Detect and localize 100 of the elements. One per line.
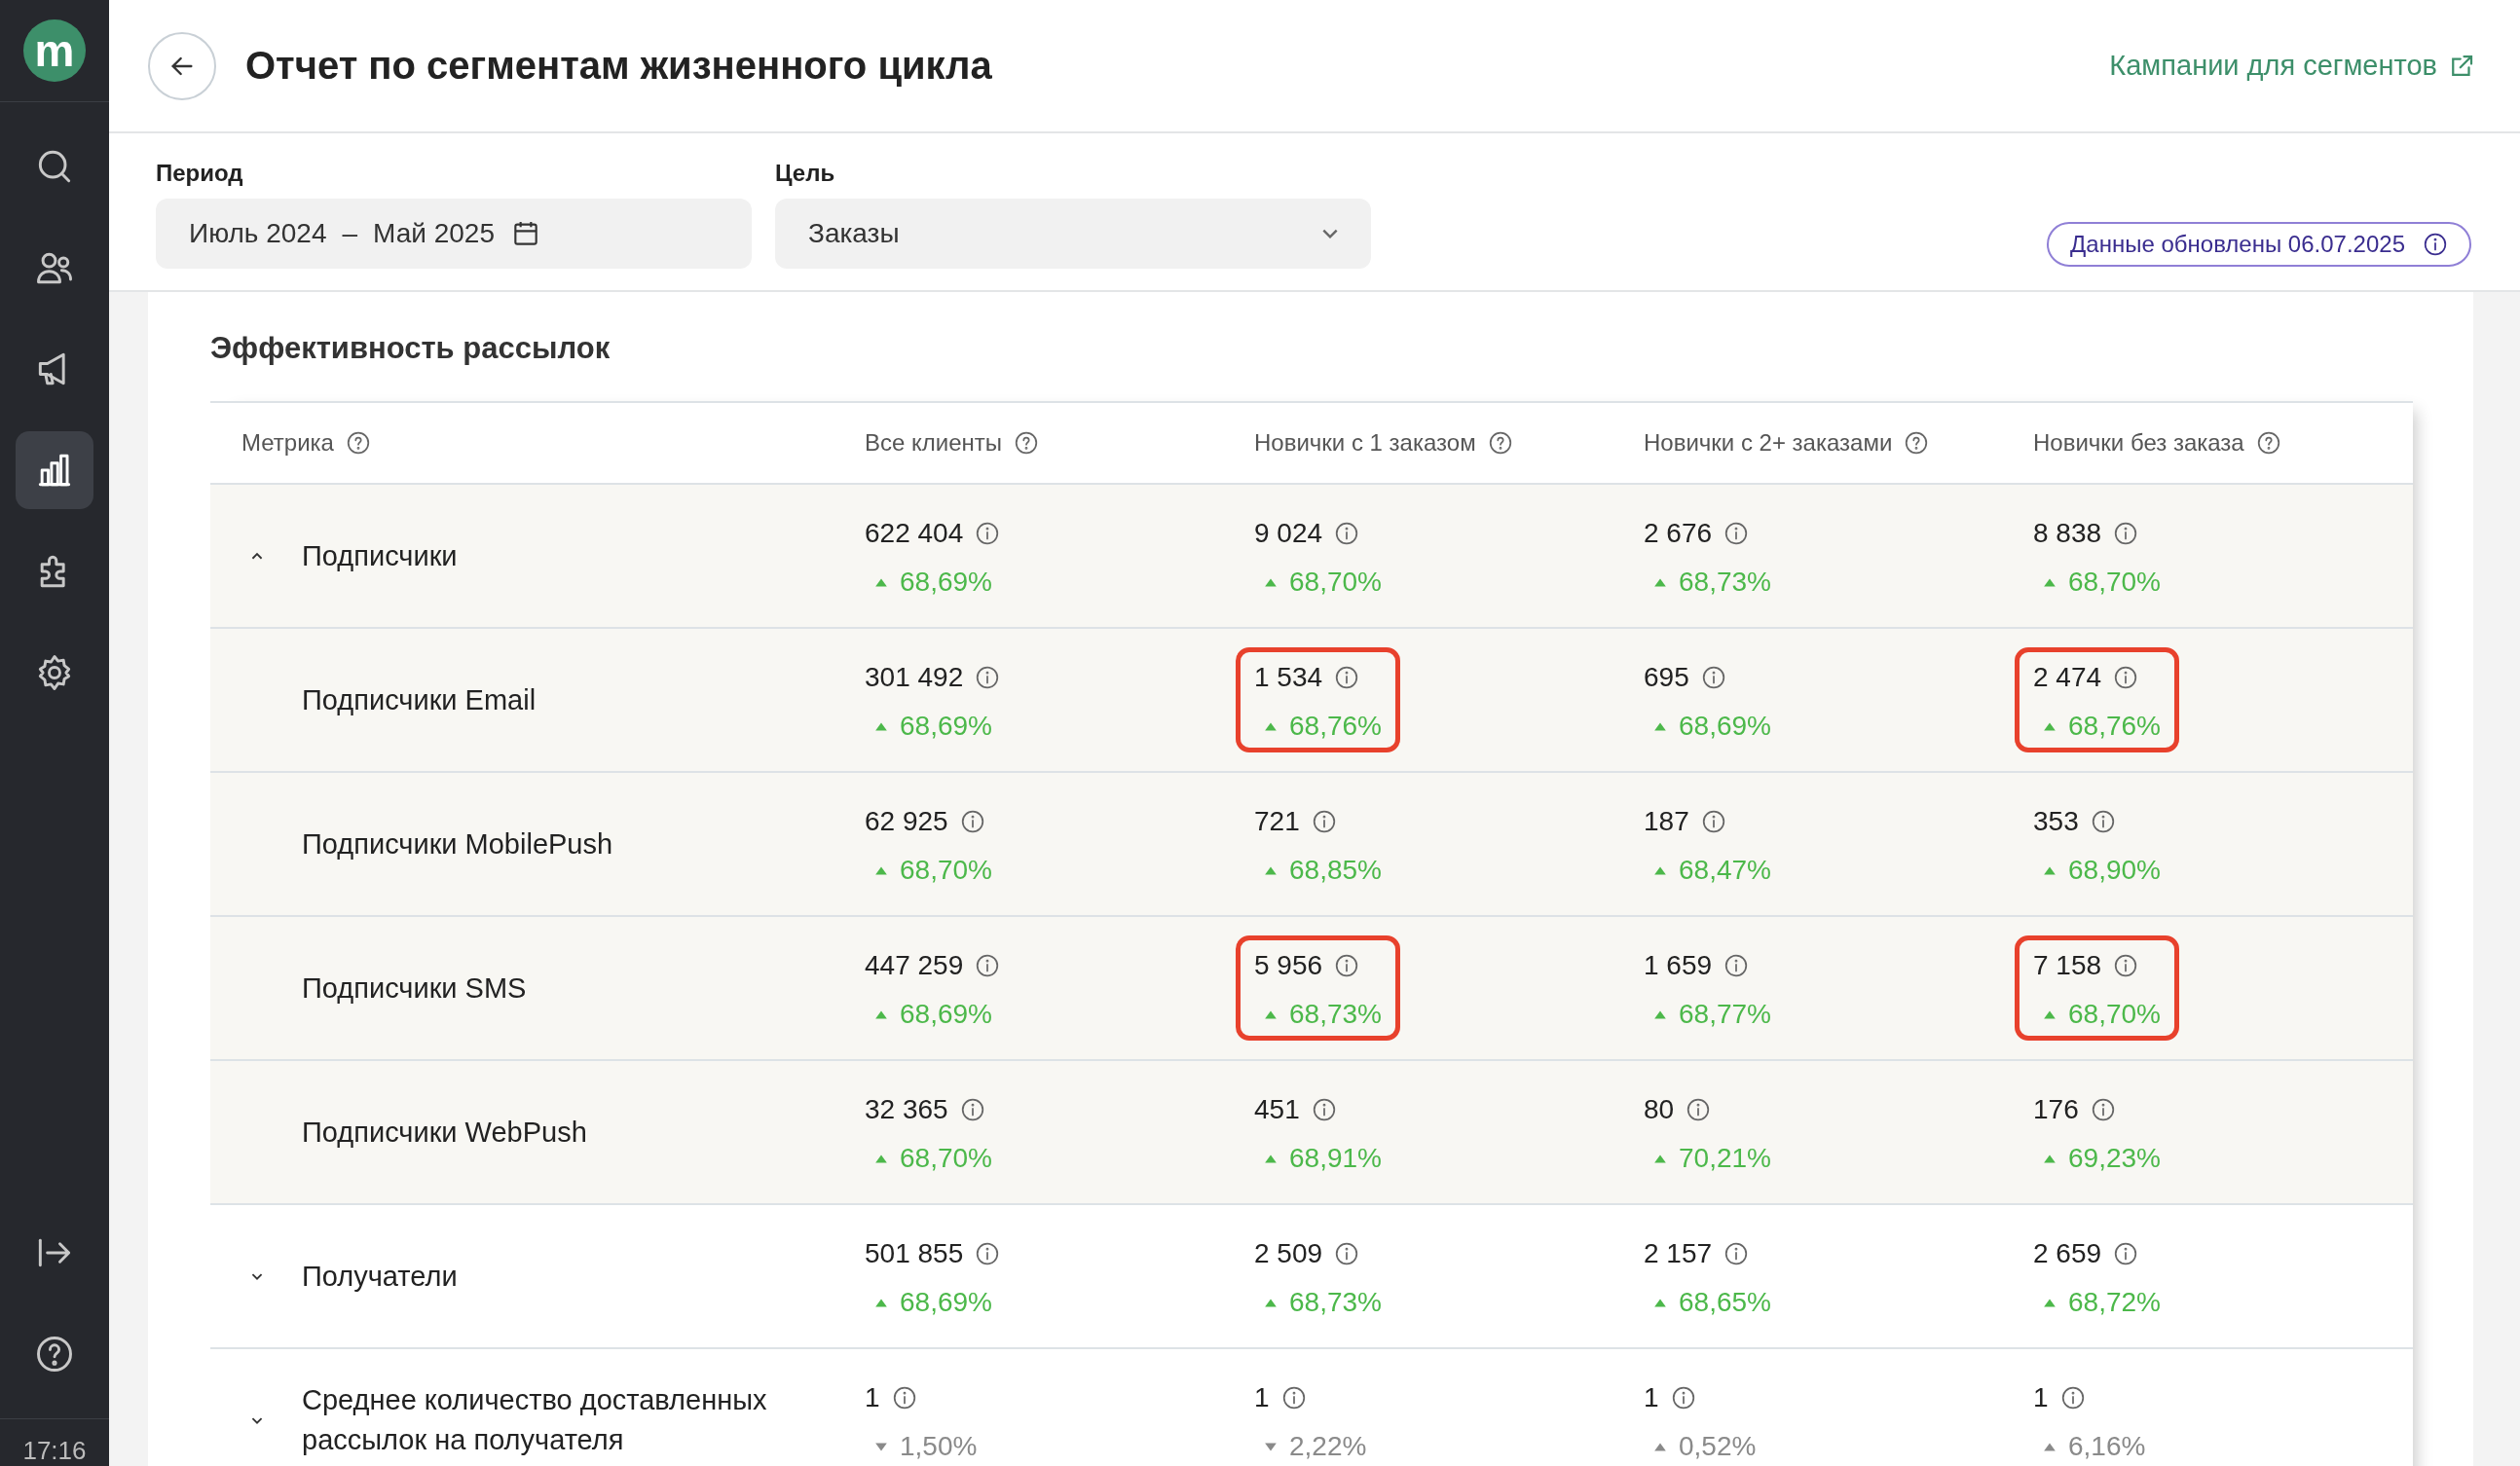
help-icon[interactable] [2255, 430, 2281, 456]
logo-icon[interactable]: m [23, 19, 86, 82]
change-percent: 68,73% [1679, 567, 1771, 598]
change-percent: 68,70% [900, 855, 992, 886]
info-icon[interactable] [2113, 953, 2139, 978]
clock-time: 17:16 [22, 1436, 87, 1466]
info-icon[interactable] [959, 809, 985, 834]
info-icon[interactable] [975, 521, 1001, 546]
change-percent: 68,69% [1679, 711, 1771, 742]
info-icon[interactable] [1700, 665, 1726, 690]
metric-value: 62 925 [865, 806, 948, 837]
metric-value: 1 [865, 1382, 880, 1413]
change-percent: 68,85% [1289, 855, 1382, 886]
info-icon[interactable] [1670, 1385, 1696, 1411]
metric-value: 80 [1644, 1094, 1675, 1125]
column-header: Новички с 2+ заказами [1644, 429, 1893, 457]
metric-value: 301 492 [865, 662, 964, 693]
info-icon[interactable] [975, 1241, 1001, 1266]
info-icon[interactable] [2090, 809, 2116, 834]
change-percent: 68,69% [900, 567, 992, 598]
change-percent: 68,77% [1679, 999, 1771, 1030]
section-title: Эффективность рассылок [210, 330, 611, 367]
column-header: Новички с 1 заказом [1254, 429, 1476, 457]
metric-name: Подписчики [302, 538, 458, 573]
change-percent: 1,50% [900, 1431, 978, 1462]
metric-name: Подписчики WebPush [302, 1115, 587, 1150]
period-label: Период [156, 160, 244, 187]
metric-value: 8 838 [2033, 518, 2102, 549]
change-percent: 68,70% [2068, 567, 2161, 598]
help-icon[interactable] [1014, 430, 1040, 456]
metric-value: 353 [2033, 806, 2079, 837]
change-percent: 68,65% [1679, 1287, 1771, 1318]
info-icon[interactable] [959, 1097, 985, 1122]
metric-value: 5 956 [1254, 950, 1323, 981]
metric-value: 32 365 [865, 1094, 948, 1125]
metric-value: 2 659 [2033, 1238, 2102, 1269]
metric-value: 176 [2033, 1094, 2079, 1125]
help-icon[interactable] [1487, 430, 1513, 456]
info-icon[interactable] [891, 1385, 917, 1411]
metric-value: 721 [1254, 806, 1300, 837]
metric-name: Среднее количество доставленных рассылок на получателя [302, 1383, 768, 1457]
page-title: Отчет по сегментам жизненного цикла [245, 44, 993, 88]
metric-value: 447 259 [865, 950, 964, 981]
change-percent: 68,90% [2068, 855, 2161, 886]
info-icon[interactable] [2059, 1385, 2086, 1411]
metric-value: 1 659 [1644, 950, 1713, 981]
metric-value: 2 157 [1644, 1238, 1713, 1269]
badge-text: Данные обновлены 06.07.2025 [2070, 231, 2405, 258]
info-icon[interactable] [1280, 1385, 1307, 1411]
metric-value: 7 158 [2033, 950, 2102, 981]
info-icon[interactable] [975, 665, 1001, 690]
info-icon[interactable] [1334, 521, 1360, 546]
metric-value: 1 [1644, 1382, 1659, 1413]
metric-value: 9 024 [1254, 518, 1323, 549]
change-percent: 68,70% [900, 1143, 992, 1174]
metric-value: 1 [1254, 1382, 1270, 1413]
info-icon[interactable] [2090, 1097, 2116, 1122]
change-percent: 68,76% [1289, 711, 1382, 742]
period-picker[interactable]: Июль 2024 – Май 2025 [156, 199, 752, 269]
info-icon[interactable] [1723, 1241, 1750, 1266]
nav-button[interactable] [16, 431, 93, 509]
campaigns-link[interactable]: Кампании для сегментов [2109, 50, 2476, 82]
metric-value: 2 509 [1254, 1238, 1323, 1269]
info-icon[interactable] [1723, 521, 1750, 546]
info-icon[interactable] [1311, 809, 1337, 834]
change-percent: 0,52% [1679, 1431, 1757, 1462]
info-icon[interactable] [2113, 665, 2139, 690]
change-percent: 68,76% [2068, 711, 2161, 742]
info-icon[interactable] [2423, 232, 2448, 257]
column-header: Новички без заказа [2033, 429, 2244, 457]
help-icon[interactable] [1904, 430, 1930, 456]
info-icon[interactable] [1311, 1097, 1337, 1122]
info-icon[interactable] [1334, 665, 1360, 690]
goal-label: Цель [775, 160, 836, 187]
goal-dropdown[interactable]: Заказы [775, 199, 1371, 269]
metric-value: 695 [1644, 662, 1689, 693]
metric-value: 1 534 [1254, 662, 1323, 693]
metric-value: 2 474 [2033, 662, 2102, 693]
change-percent: 68,69% [900, 711, 992, 742]
column-header: Все клиенты [865, 429, 1003, 457]
metric-name: Получатели [302, 1259, 458, 1294]
info-icon[interactable] [975, 953, 1001, 978]
metric-value: 2 676 [1644, 518, 1713, 549]
change-percent: 68,91% [1289, 1143, 1382, 1174]
column-header: Метрика [241, 429, 334, 457]
chevron-down-icon [1322, 229, 1338, 238]
change-percent: 68,73% [1289, 1287, 1382, 1318]
metric-name: Подписчики MobilePush [302, 826, 613, 861]
info-icon[interactable] [1700, 809, 1726, 834]
change-percent: 68,73% [1289, 999, 1382, 1030]
help-icon[interactable] [345, 430, 371, 456]
metric-value: 187 [1644, 806, 1689, 837]
metric-value: 1 [2033, 1382, 2049, 1413]
info-icon[interactable] [2113, 1241, 2139, 1266]
info-icon[interactable] [1686, 1097, 1712, 1122]
change-percent: 69,23% [2068, 1143, 2161, 1174]
info-icon[interactable] [1334, 1241, 1360, 1266]
info-icon[interactable] [2113, 521, 2139, 546]
info-icon[interactable] [1334, 953, 1360, 978]
info-icon[interactable] [1723, 953, 1750, 978]
